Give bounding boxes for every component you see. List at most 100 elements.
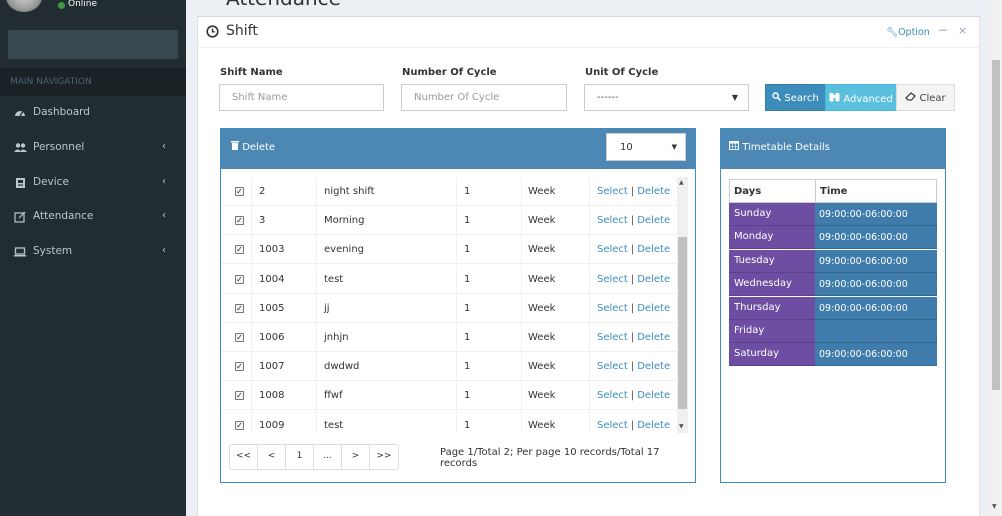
- timetable-row: Friday: [729, 320, 937, 343]
- option-label: Option: [898, 27, 930, 38]
- table-scrollbar[interactable]: ▲ ▼: [677, 177, 688, 433]
- select-link[interactable]: Select: [597, 215, 628, 226]
- sidebar-item-device[interactable]: Device ‹: [0, 166, 186, 201]
- cell-name: jj: [324, 302, 330, 314]
- sidebar-item-system[interactable]: System ‹: [0, 235, 186, 270]
- table-row[interactable]: ✓ 1003 evening 1 Week Select | Delete: [221, 235, 677, 265]
- table-row[interactable]: ✓ 1009 test 1 Week Select | Delete: [221, 410, 677, 433]
- scroll-down-icon[interactable]: ▼: [992, 503, 997, 510]
- select-link[interactable]: Select: [597, 244, 628, 255]
- delete-link[interactable]: Delete: [637, 361, 670, 372]
- calendar-icon: [729, 141, 742, 153]
- cell-id: 1004: [259, 273, 285, 285]
- table-row[interactable]: ✓ 1007 dwdwd 1 Week Select | Delete: [221, 352, 677, 382]
- box-title: Shift: [226, 23, 258, 39]
- sidebar-item-attendance[interactable]: Attendance ‹: [0, 200, 186, 235]
- next-page-button[interactable]: >: [342, 445, 370, 469]
- avatar[interactable]: [6, 0, 42, 12]
- sidebar-item-personnel[interactable]: Personnel ‹: [0, 131, 186, 166]
- clear-button[interactable]: Clear: [896, 84, 955, 111]
- select-link[interactable]: Select: [597, 274, 628, 285]
- page-scroll-thumb[interactable]: [992, 60, 1000, 390]
- time-cell: [815, 320, 937, 343]
- select-link[interactable]: Select: [597, 361, 628, 372]
- table-row[interactable]: ✓ 1008 ffwf 1 Week Select | Delete: [221, 381, 677, 411]
- cell-unit: Week: [528, 361, 556, 373]
- select-link[interactable]: Select: [597, 420, 628, 431]
- timetable-row: Tuesday 09:00:00-06:00:00: [729, 249, 937, 273]
- time-cell: 09:00:00-06:00:00: [815, 296, 937, 320]
- table-row[interactable]: ✓ 3 Morning 1 Week Select | Delete: [221, 206, 677, 236]
- dashboard-icon: [14, 107, 26, 119]
- delete-link[interactable]: Delete: [637, 274, 670, 285]
- page-size-select[interactable]: 10 ▼: [606, 133, 686, 161]
- sidebar-search-input[interactable]: [8, 30, 178, 59]
- cell-actions: Select | Delete: [597, 186, 671, 197]
- option-button[interactable]: 🔧︎Option: [886, 27, 930, 38]
- cell-unit: Week: [528, 419, 556, 431]
- prev-page-button[interactable]: <: [258, 445, 286, 469]
- delete-link[interactable]: Delete: [637, 420, 670, 431]
- first-page-button[interactable]: <<: [230, 445, 258, 469]
- select-link[interactable]: Select: [597, 303, 628, 314]
- cycle-input[interactable]: Number Of Cycle: [401, 84, 567, 111]
- delete-link[interactable]: Delete: [637, 244, 670, 255]
- unit-select[interactable]: ------ ▼: [584, 84, 749, 111]
- day-cell: Thursday: [729, 296, 815, 320]
- row-checkbox[interactable]: ✓: [235, 333, 244, 342]
- sidebar: Online MAIN NAVIGATION Dashboard Personn…: [0, 0, 186, 516]
- day-cell: Saturday: [729, 343, 815, 367]
- timetable-header: Timetable Details: [721, 129, 945, 169]
- day-cell: Tuesday: [729, 249, 815, 273]
- row-checkbox[interactable]: ✓: [235, 274, 244, 284]
- cell-id: 1007: [259, 361, 285, 373]
- advanced-button[interactable]: Advanced: [825, 84, 897, 111]
- table-row[interactable]: ✓ 1006 jnhjn 1 Week Select | Delete: [221, 323, 677, 352]
- row-checkbox[interactable]: ✓: [235, 216, 244, 226]
- close-button[interactable]: ×: [958, 24, 967, 37]
- chevron-left-icon: ‹: [162, 141, 166, 152]
- delete-link[interactable]: Delete: [637, 332, 670, 343]
- col-days-header: Days: [734, 186, 762, 197]
- unit-select-value: ------: [597, 92, 619, 103]
- row-checkbox[interactable]: ✓: [235, 187, 244, 196]
- table-row[interactable]: ✓ 1004 test 1 Week Select | Delete: [221, 264, 677, 294]
- select-link[interactable]: Select: [597, 186, 628, 197]
- scroll-thumb[interactable]: [678, 237, 687, 409]
- row-checkbox[interactable]: ✓: [235, 420, 244, 430]
- cell-cycle: 1: [464, 215, 471, 227]
- shift-name-input[interactable]: Shift Name: [219, 84, 384, 111]
- row-checkbox[interactable]: ✓: [235, 362, 244, 372]
- shift-table-panel: Delete 10 ▼ ✓ 2 night shift 1 Week Select | Del…: [220, 128, 696, 483]
- last-page-button[interactable]: >>: [370, 445, 398, 469]
- page-ellipsis[interactable]: ...: [314, 445, 342, 469]
- delete-link[interactable]: Delete: [637, 390, 670, 401]
- select-link[interactable]: Select: [597, 390, 628, 401]
- table-row[interactable]: ✓ 1005 jj 1 Week Select | Delete: [221, 293, 677, 323]
- row-checkbox[interactable]: ✓: [235, 303, 244, 313]
- chevron-left-icon: ‹: [162, 245, 166, 256]
- row-checkbox[interactable]: ✓: [235, 391, 244, 401]
- scroll-down-icon[interactable]: ▼: [679, 423, 684, 430]
- sidebar-item-dashboard[interactable]: Dashboard: [0, 96, 186, 131]
- device-icon: [14, 177, 26, 189]
- page-1-button[interactable]: 1: [286, 445, 314, 469]
- delete-link[interactable]: Delete: [637, 186, 670, 197]
- page-scrollbar[interactable]: ▼: [990, 0, 1002, 516]
- cell-unit: Week: [528, 215, 556, 227]
- delete-link[interactable]: Delete: [637, 215, 670, 226]
- table-row[interactable]: ✓ 2 night shift 1 Week Select | Delete: [221, 177, 677, 206]
- day-cell: Wednesday: [729, 273, 815, 297]
- delete-selected-button[interactable]: Delete: [231, 140, 275, 153]
- row-checkbox[interactable]: ✓: [235, 245, 244, 255]
- minimize-button[interactable]: −: [938, 23, 948, 37]
- search-button[interactable]: Search: [765, 84, 826, 111]
- select-link[interactable]: Select: [597, 332, 628, 343]
- scroll-up-icon[interactable]: ▲: [679, 179, 684, 186]
- cell-unit: Week: [528, 302, 556, 314]
- cell-name: evening: [324, 244, 365, 256]
- cell-actions: Select | Delete: [597, 361, 671, 373]
- time-cell: 09:00:00-06:00:00: [815, 203, 937, 226]
- delete-link[interactable]: Delete: [637, 303, 670, 314]
- unit-label: Unit Of Cycle: [585, 67, 659, 78]
